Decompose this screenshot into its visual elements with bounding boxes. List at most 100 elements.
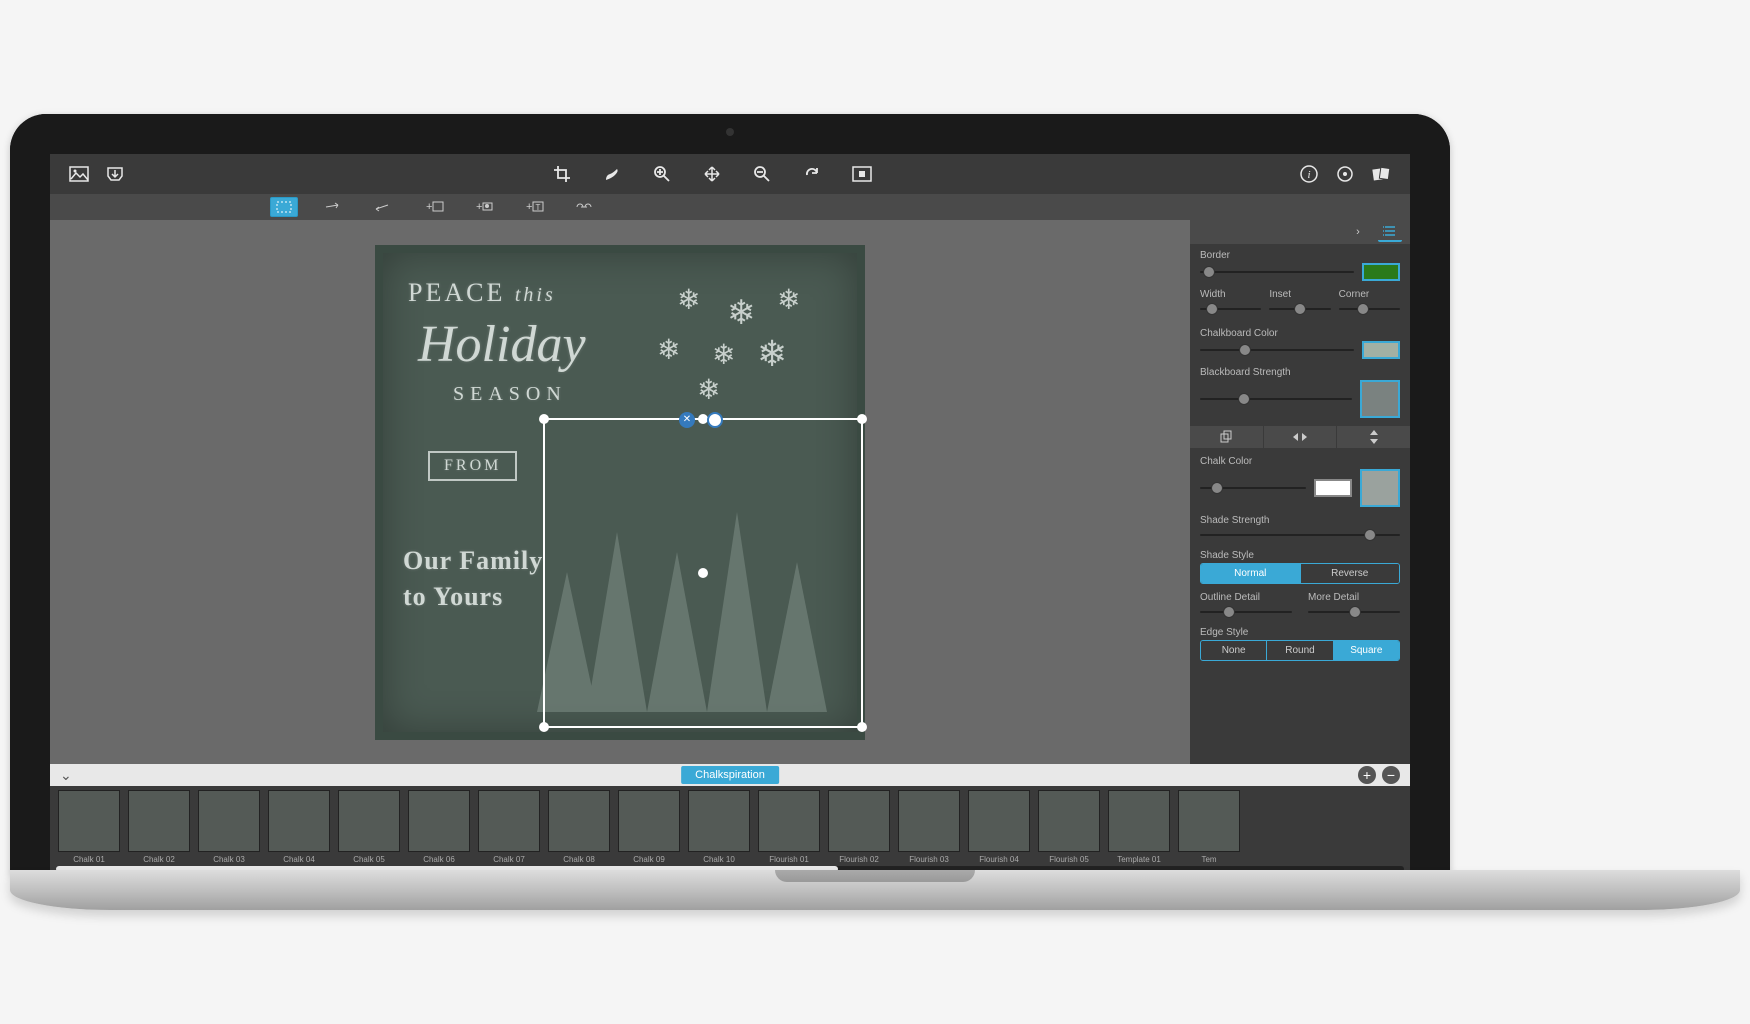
add-image-icon[interactable]: +: [420, 197, 448, 217]
preset-name-button[interactable]: Chalkspiration: [681, 766, 779, 784]
panel-list-icon[interactable]: [1378, 222, 1402, 242]
arrow-tool-1-icon[interactable]: [320, 197, 348, 217]
svg-text:T: T: [536, 203, 541, 212]
preset-thumbnail-label: Chalk 04: [283, 855, 315, 864]
arrow-tool-2-icon[interactable]: [370, 197, 398, 217]
zoom-in-icon[interactable]: [651, 163, 673, 185]
add-shape-icon[interactable]: +: [470, 197, 498, 217]
more-detail-slider[interactable]: [1308, 605, 1400, 619]
chalk-texture-swatch[interactable]: [1360, 469, 1400, 507]
preset-thumbnail-label: Flourish 05: [1049, 855, 1089, 864]
preset-thumbnail-label: Flourish 04: [979, 855, 1019, 864]
canvas-text-family: Our Family to Yours: [403, 543, 543, 616]
redo-icon[interactable]: [801, 163, 823, 185]
preset-thumbnail[interactable]: Flourish 05: [1036, 790, 1102, 864]
image-icon[interactable]: [68, 163, 90, 185]
preset-thumbnail[interactable]: Chalk 03: [196, 790, 262, 864]
thumbnail-bar: ⌄ Chalkspiration + − Chalk 01Chalk 02Cha…: [50, 764, 1410, 874]
canvas-text-holiday: Holiday: [418, 315, 586, 374]
flip-h-icon[interactable]: [1264, 426, 1338, 448]
preset-thumbnail[interactable]: Template 01: [1106, 790, 1172, 864]
blackboard-strength-slider[interactable]: [1200, 392, 1352, 406]
shade-normal-button[interactable]: Normal: [1201, 564, 1301, 583]
canvas-area[interactable]: PEACE this Holiday SEASON FROM Our Famil…: [50, 220, 1190, 764]
shade-strength-slider[interactable]: [1200, 528, 1400, 542]
preset-thumbnail[interactable]: Chalk 05: [336, 790, 402, 864]
info-icon[interactable]: i: [1298, 163, 1320, 185]
chalk-color-swatch[interactable]: [1314, 479, 1352, 497]
svg-text:+: +: [426, 201, 432, 213]
shade-style-group: Normal Reverse: [1200, 563, 1400, 584]
brush-icon[interactable]: [601, 163, 623, 185]
save-icon[interactable]: [104, 163, 126, 185]
preset-thumbnail[interactable]: Chalk 09: [616, 790, 682, 864]
border-slider[interactable]: [1200, 265, 1354, 279]
edge-style-label: Edge Style: [1200, 627, 1400, 638]
edge-round-button[interactable]: Round: [1267, 641, 1333, 660]
add-preset-button[interactable]: +: [1358, 766, 1376, 784]
panel-tabs: ›: [1190, 220, 1410, 244]
preset-thumbnail[interactable]: Tem: [1176, 790, 1242, 864]
duplicate-icon[interactable]: [1190, 426, 1264, 448]
chalkboard-color-swatch[interactable]: [1362, 341, 1400, 359]
preset-thumbnail[interactable]: Flourish 04: [966, 790, 1032, 864]
inset-slider[interactable]: [1269, 302, 1330, 316]
canvas-text-from: FROM: [428, 451, 517, 481]
add-text-icon[interactable]: +T: [520, 197, 548, 217]
remove-preset-button[interactable]: −: [1382, 766, 1400, 784]
edge-style-group: None Round Square: [1200, 640, 1400, 661]
edge-square-button[interactable]: Square: [1334, 641, 1399, 660]
preset-thumbnail[interactable]: Flourish 01: [756, 790, 822, 864]
preset-thumbnail-label: Flourish 03: [909, 855, 949, 864]
preset-thumbnail[interactable]: Chalk 08: [546, 790, 612, 864]
preset-thumbnail[interactable]: Chalk 02: [126, 790, 192, 864]
trees: [537, 482, 837, 712]
cards-icon[interactable]: [1370, 163, 1392, 185]
preset-thumbnail[interactable]: Chalk 01: [56, 790, 122, 864]
corner-slider[interactable]: [1339, 302, 1400, 316]
secondary-toolbar: + + +T: [50, 194, 1410, 220]
corner-label: Corner: [1339, 289, 1400, 300]
preset-thumbnail[interactable]: Flourish 02: [826, 790, 892, 864]
link-icon[interactable]: [570, 197, 598, 217]
preset-thumbnail-label: Template 01: [1117, 855, 1161, 864]
preset-thumbnail-label: Chalk 07: [493, 855, 525, 864]
side-panel: › Border Width: [1190, 220, 1410, 764]
edge-none-button[interactable]: None: [1201, 641, 1267, 660]
outline-detail-label: Outline Detail: [1200, 592, 1292, 603]
preset-thumbnail[interactable]: Chalk 06: [406, 790, 472, 864]
canvas-text-peace: PEACE this: [408, 278, 556, 308]
preset-thumbnail[interactable]: Chalk 07: [476, 790, 542, 864]
crop-icon[interactable]: [551, 163, 573, 185]
chalkboard-color-slider[interactable]: [1200, 343, 1354, 357]
preset-thumbnail[interactable]: Flourish 03: [896, 790, 962, 864]
preset-thumbnail[interactable]: Chalk 10: [686, 790, 752, 864]
preset-thumbnail[interactable]: Chalk 04: [266, 790, 332, 864]
chalk-color-slider[interactable]: [1200, 481, 1306, 495]
border-label: Border: [1200, 250, 1400, 261]
svg-text:i: i: [1307, 169, 1310, 181]
preset-thumbnail-label: Chalk 03: [213, 855, 245, 864]
width-slider[interactable]: [1200, 302, 1261, 316]
flip-v-icon[interactable]: [1337, 426, 1410, 448]
svg-text:+: +: [476, 201, 482, 213]
shade-reverse-button[interactable]: Reverse: [1301, 564, 1400, 583]
selection-rotate-icon[interactable]: [707, 412, 723, 428]
inset-label: Inset: [1269, 289, 1330, 300]
move-icon[interactable]: [701, 163, 723, 185]
panel-collapse-icon[interactable]: ›: [1346, 222, 1370, 242]
thumbnail-strip[interactable]: Chalk 01 Chalk 02 Chalk 03 Chalk 04 Chalk 05…: [50, 786, 1410, 864]
select-tool-icon[interactable]: [270, 197, 298, 217]
fit-screen-icon[interactable]: [851, 163, 873, 185]
chalkboard-canvas: PEACE this Holiday SEASON FROM Our Famil…: [375, 245, 865, 740]
blackboard-texture-swatch[interactable]: [1360, 380, 1400, 418]
settings-icon[interactable]: [1334, 163, 1356, 185]
chevron-down-icon[interactable]: ⌄: [60, 767, 72, 784]
preset-thumbnail-label: Chalk 02: [143, 855, 175, 864]
outline-detail-slider[interactable]: [1200, 605, 1292, 619]
selection-close-icon[interactable]: ✕: [679, 412, 695, 428]
zoom-out-icon[interactable]: [751, 163, 773, 185]
border-color-swatch[interactable]: [1362, 263, 1400, 281]
laptop-base: [10, 870, 1740, 910]
top-toolbar: i: [50, 154, 1410, 194]
